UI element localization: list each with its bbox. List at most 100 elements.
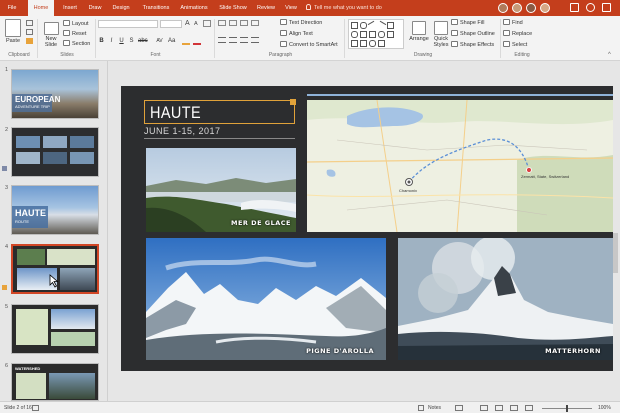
tab-animations[interactable]: Animations [178, 0, 210, 16]
tab-insert[interactable]: Insert [60, 0, 80, 16]
star-shape-icon[interactable] [360, 40, 367, 47]
layout-button[interactable]: Layout [63, 20, 89, 28]
numbering-icon[interactable] [229, 20, 237, 26]
avatar[interactable] [512, 3, 522, 13]
section-button[interactable]: Section [63, 40, 90, 48]
find-button[interactable]: Find [503, 19, 523, 27]
slide-thumbnail-3[interactable]: HAUTE ROUTE [11, 185, 99, 235]
callout-shape-icon[interactable] [378, 40, 385, 47]
slide-date[interactable]: JUNE 1-15, 2017 [144, 126, 221, 136]
slide-editing-canvas[interactable]: HAUTE JUNE 1-15, 2017 MER DE GLACE Chamo… [108, 61, 620, 401]
zoom-slider-handle[interactable] [566, 405, 568, 412]
notes-icon[interactable] [418, 405, 424, 411]
shape-outline-button[interactable]: Shape Outline [451, 30, 495, 38]
clear-format-icon[interactable] [203, 20, 211, 27]
decrease-indent-icon[interactable] [240, 20, 248, 26]
route-map[interactable]: Chamonix Zermatt, State, Switzerland [307, 100, 613, 232]
edit-handle-icon[interactable] [290, 99, 296, 105]
tab-home[interactable]: Home [28, 0, 54, 17]
spell-check-icon[interactable] [32, 405, 39, 411]
avatar[interactable] [526, 3, 536, 13]
arrow-shape-icon[interactable] [369, 31, 376, 38]
format-painter-icon[interactable] [26, 38, 33, 44]
tab-file[interactable]: File [4, 0, 20, 16]
circle-shape-icon[interactable] [378, 31, 385, 38]
quick-styles-button[interactable]: Quick Styles [431, 19, 451, 48]
character-spacing-button[interactable]: AV [156, 37, 163, 45]
comments-icon[interactable] [455, 405, 463, 411]
oval-shape-icon[interactable] [351, 31, 358, 38]
font-color-icon[interactable] [193, 38, 201, 45]
tab-slide-show[interactable]: Slide Show [218, 0, 248, 16]
line-shape-icon[interactable] [376, 20, 387, 31]
comments-icon[interactable] [586, 3, 595, 12]
tab-view[interactable]: View [283, 0, 299, 16]
zoom-slider[interactable] [542, 405, 592, 412]
share-icon[interactable] [570, 3, 579, 12]
tab-design[interactable]: Design [110, 0, 132, 16]
replace-button[interactable]: Replace [503, 30, 532, 38]
shadow-button[interactable]: S [128, 37, 135, 45]
slide-thumbnail-5[interactable] [11, 304, 99, 354]
reset-button[interactable]: Reset [63, 30, 86, 38]
tab-review[interactable]: Review [255, 0, 277, 16]
slideshow-view-icon[interactable] [525, 405, 533, 411]
oval-shape-icon[interactable] [369, 40, 376, 47]
align-left-icon[interactable] [218, 37, 226, 43]
tab-transitions[interactable]: Transitions [140, 0, 172, 16]
highlight-color-icon[interactable] [182, 38, 190, 45]
align-right-icon[interactable] [240, 37, 248, 43]
bullets-icon[interactable] [218, 20, 226, 26]
align-text-button[interactable]: Align Text [280, 30, 313, 38]
brace-shape-icon[interactable] [387, 31, 394, 38]
notes-button[interactable]: Notes [428, 404, 441, 412]
shape-fill-button[interactable]: Shape Fill [451, 19, 484, 27]
rectangle-shape-icon[interactable] [351, 40, 358, 47]
slide-thumbnail-panel[interactable]: 1 EUROPEAN ADVENTURE TRIP 2 3 HAUTE ROUT… [0, 61, 108, 401]
justify-icon[interactable] [251, 37, 259, 43]
select-button[interactable]: Select [503, 41, 527, 49]
align-center-icon[interactable] [229, 37, 237, 43]
slide-title[interactable]: HAUTE [150, 103, 201, 123]
font-name-field[interactable] [98, 20, 158, 28]
underline-button[interactable]: U [118, 37, 125, 45]
grow-font-button[interactable]: A [185, 20, 190, 27]
cut-icon[interactable] [26, 20, 33, 26]
reading-view-icon[interactable] [510, 405, 518, 411]
rectangle-shape-icon[interactable] [351, 22, 358, 29]
oval-shape-icon[interactable] [360, 22, 367, 29]
strikethrough-button[interactable]: abc [138, 37, 148, 45]
pigne-arolla-photo[interactable]: PIGNE D'AROLLA [146, 238, 386, 360]
slide-sorter-icon[interactable] [495, 405, 503, 411]
shape-effects-button[interactable]: Shape Effects [451, 41, 494, 49]
increase-indent-icon[interactable] [251, 20, 259, 26]
convert-smartart-button[interactable]: Convert to SmartArt [280, 41, 338, 49]
zoom-level[interactable]: 100% [598, 404, 611, 412]
triangle-shape-icon[interactable] [360, 31, 367, 38]
copy-icon[interactable] [26, 29, 33, 35]
list-buttons[interactable] [218, 20, 274, 27]
shapes-gallery[interactable] [348, 19, 404, 49]
slide-thumbnail-4[interactable] [11, 244, 99, 294]
current-slide[interactable]: HAUTE JUNE 1-15, 2017 MER DE GLACE Chamo… [121, 86, 615, 371]
slide-thumbnail-2[interactable] [11, 127, 99, 177]
bold-button[interactable]: B [98, 37, 105, 45]
title-placeholder[interactable]: HAUTE [144, 99, 296, 124]
tell-me-search[interactable]: Tell me what you want to do [306, 0, 382, 16]
avatar[interactable] [540, 3, 550, 13]
collapse-ribbon-icon[interactable]: ^ [608, 52, 611, 58]
new-slide-button[interactable]: New Slide [40, 19, 62, 48]
normal-view-icon[interactable] [480, 405, 488, 411]
text-direction-button[interactable]: Text Direction [280, 19, 322, 27]
change-case-button[interactable]: Aa [168, 37, 175, 45]
tab-draw[interactable]: Draw [86, 0, 104, 16]
italic-button[interactable]: I [108, 37, 115, 45]
paste-button[interactable]: Paste [3, 19, 23, 44]
shrink-font-button[interactable]: A [194, 21, 198, 27]
mer-de-glace-photo[interactable]: MER DE GLACE [146, 148, 296, 232]
account-icon[interactable] [602, 3, 611, 12]
matterhorn-photo[interactable]: MATTERHORN [398, 238, 613, 360]
scrollbar-thumb[interactable] [613, 233, 618, 273]
vertical-scrollbar[interactable] [613, 63, 618, 393]
alignment-buttons[interactable] [218, 37, 274, 44]
